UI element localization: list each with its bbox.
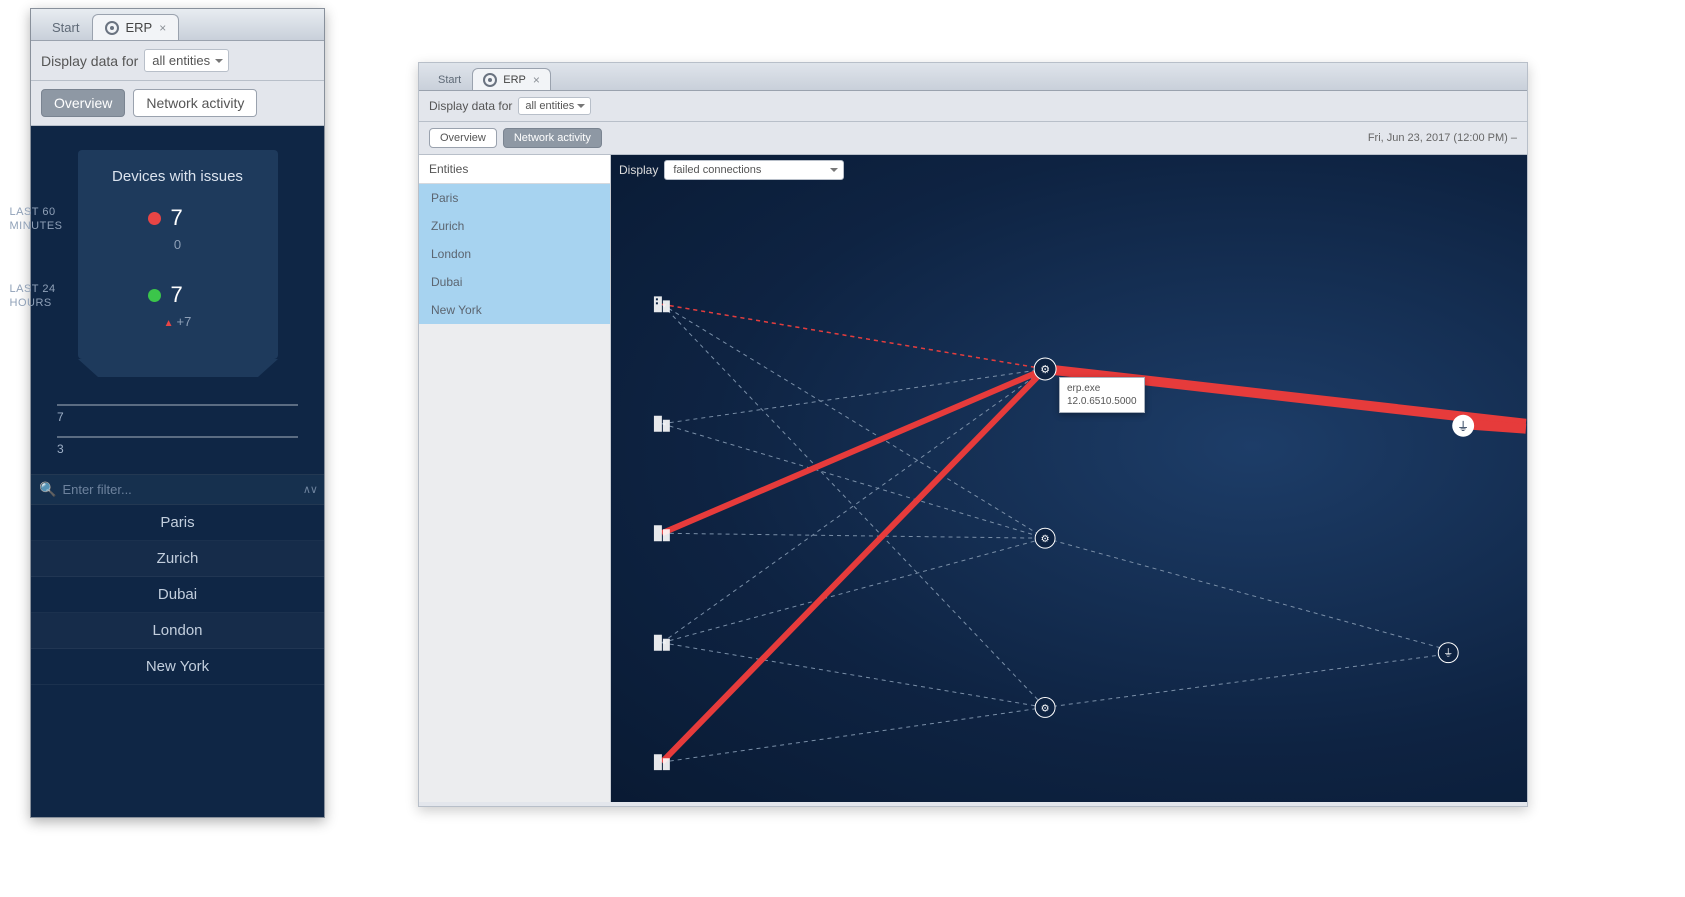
timestamp: Fri, Jun 23, 2017 (12:00 PM) – [1368,132,1517,144]
entity-row[interactable]: Paris [31,505,324,541]
target-icon [483,73,497,87]
display-data-label: Display data for [41,53,138,69]
entity-row-r[interactable]: New York [419,296,610,324]
tooltip-version: 12.0.6510.5000 [1067,395,1137,408]
search-icon: 🔍 [39,481,56,498]
scope-toolbar-r: Display data for all entities [419,91,1527,122]
sort-toggle[interactable]: ∧ ∨ [303,483,316,496]
last24-delta: ▲+7 [88,314,268,329]
network-canvas[interactable]: Display failed connections [611,155,1527,802]
entity-row[interactable]: Zurich [31,541,324,577]
entity-row-r[interactable]: Zurich [419,212,610,240]
display-data-label-r: Display data for [429,99,512,113]
red-dot-icon [148,212,161,225]
network-body: Entities Paris Zurich London Dubai New Y… [419,155,1527,802]
tooltip-name: erp.exe [1067,382,1137,395]
entities-header: Entities [419,155,610,184]
tab-erp-r[interactable]: ERP × [472,68,551,90]
entity-row-r[interactable]: Dubai [419,268,610,296]
svg-text:⚙: ⚙ [1041,703,1050,714]
gear-icon[interactable]: ⚙ [1034,358,1056,380]
last60-label: LAST 60 MINUTES [10,205,80,234]
tabstrip-right: Start ERP × [419,63,1527,91]
issues-title: Devices with issues [88,168,268,185]
mini-scale-a: 7 [57,404,298,424]
tab-erp-label: ERP [125,20,152,35]
issues-card: Devices with issues LAST 60 MINUTES 7 0 … [78,150,278,359]
entity-row[interactable]: Dubai [31,577,324,613]
tab-erp[interactable]: ERP × [92,14,179,40]
last60-value: 7 [171,205,183,231]
entity-scope-select-r[interactable]: all entities [518,97,591,115]
svg-text:⚙: ⚙ [1041,534,1050,545]
plug-icon[interactable]: ⏚ [1438,643,1458,663]
tab-start[interactable]: Start [39,14,92,40]
gear-icon[interactable]: ⚙ [1035,528,1055,548]
plug-icon[interactable]: ⏚ [1452,415,1474,437]
close-icon[interactable]: × [533,73,540,87]
last24-value: 7 [171,282,183,308]
target-icon [105,21,119,35]
entity-row[interactable]: London [31,613,324,649]
canvas-toolbar: Display failed connections [611,155,1527,185]
up-arrow-icon: ▲ [164,318,174,329]
view-switch-bar-r: Overview Network activity Fri, Jun 23, 2… [419,122,1527,155]
view-switch-bar: Overview Network activity [31,81,324,126]
last60-sub: 0 [88,237,268,252]
mini-scale-b: 3 [57,436,298,456]
node-tooltip: erp.exe 12.0.6510.5000 [1059,377,1145,413]
tabstrip-left: Start ERP × [31,9,324,41]
overview-panel: Start ERP × Display data for all entitie… [30,8,325,818]
last24-label: LAST 24 HOURS [10,282,80,311]
close-icon[interactable]: × [159,21,166,35]
svg-text:⏚: ⏚ [1457,420,1469,434]
tab-erp-label-r: ERP [503,74,526,86]
overview-button-r[interactable]: Overview [429,128,497,148]
tab-start-r[interactable]: Start [427,68,472,90]
overview-button[interactable]: Overview [41,89,125,117]
filter-bar: 🔍 ∧ ∨ [31,474,324,505]
entity-row[interactable]: New York [31,649,324,685]
svg-text:⏚: ⏚ [1443,648,1453,660]
network-panel: Start ERP × Display data for all entitie… [418,62,1528,807]
overview-body: Devices with issues LAST 60 MINUTES 7 0 … [31,150,324,685]
green-dot-icon [148,289,161,302]
entity-row-r[interactable]: London [419,240,610,268]
entity-list-left: Paris Zurich Dubai London New York [31,505,324,685]
network-activity-button-r[interactable]: Network activity [503,128,602,148]
display-mode-select[interactable]: failed connections [664,160,844,180]
display-mode-label: Display [619,163,658,177]
filter-input[interactable] [62,482,296,497]
scope-toolbar: Display data for all entities [31,41,324,81]
gear-icon[interactable]: ⚙ [1035,697,1055,717]
svg-text:⚙: ⚙ [1040,364,1050,376]
entity-row-r[interactable]: Paris [419,184,610,212]
network-graph: ⚙ ⚙ ⚙ ⏚ ⏚ [611,155,1527,802]
network-activity-button[interactable]: Network activity [133,89,257,117]
entities-sidebar: Entities Paris Zurich London Dubai New Y… [419,155,611,802]
entity-scope-select[interactable]: all entities [144,49,229,72]
